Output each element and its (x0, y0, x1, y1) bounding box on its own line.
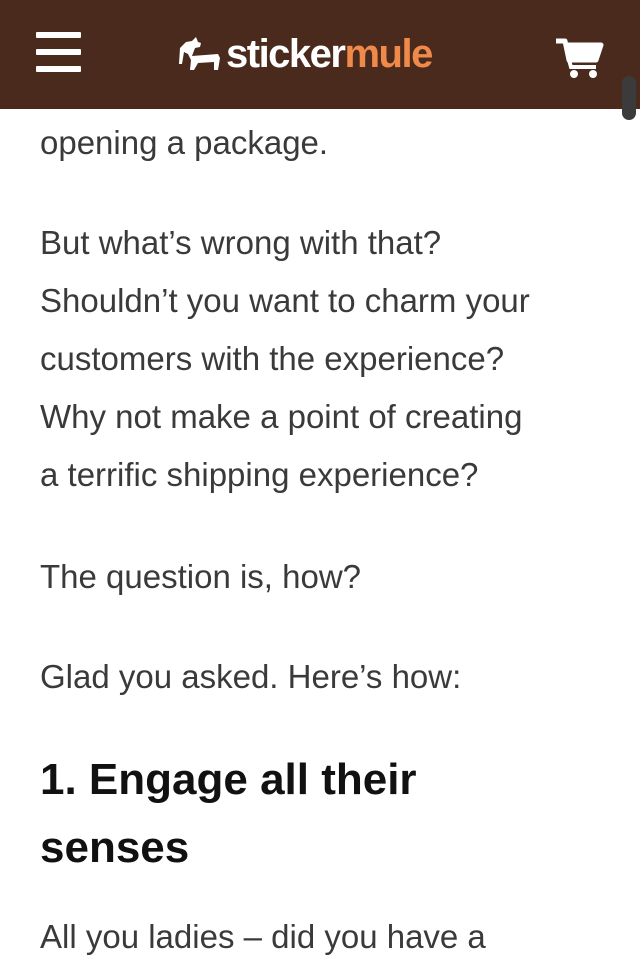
menu-button[interactable] (36, 32, 82, 74)
cart-button[interactable] (554, 36, 604, 80)
page: stickermule opening a package. But what’… (0, 0, 640, 959)
paragraph-line: Shouldn’t you want to charm your (40, 282, 530, 319)
menu-bar-bottom (36, 66, 81, 72)
menu-bar-top (36, 32, 81, 38)
logo-text-sticker: sticker (226, 32, 346, 76)
sticker-mule-logo[interactable]: stickermule (178, 26, 433, 82)
site-header: stickermule (0, 0, 640, 109)
menu-bar-middle (36, 49, 81, 55)
paragraph-line: Why not make a point of creating (40, 398, 523, 435)
paragraph-line: The question is, how? (40, 558, 362, 595)
paragraph-line: opening a package. (40, 124, 329, 161)
logo-text-mule: mule (344, 32, 433, 76)
paragraph-line: a terrific shipping experience? (40, 456, 479, 493)
paragraph-line: customers with the experience? (40, 340, 505, 377)
section-heading: 1. Engage all their (40, 755, 417, 804)
paragraph-line: But what’s wrong with that? (40, 224, 442, 261)
logo-wordmark: stickermule (226, 32, 433, 76)
paragraph-line: All you ladies – did you have a (40, 918, 486, 955)
paragraph-line: Glad you asked. Here’s how: (40, 658, 462, 695)
shopping-cart-icon (556, 38, 604, 78)
section-heading: senses (40, 823, 190, 872)
scrollbar-thumb[interactable] (622, 76, 636, 120)
mule-icon (179, 37, 220, 70)
